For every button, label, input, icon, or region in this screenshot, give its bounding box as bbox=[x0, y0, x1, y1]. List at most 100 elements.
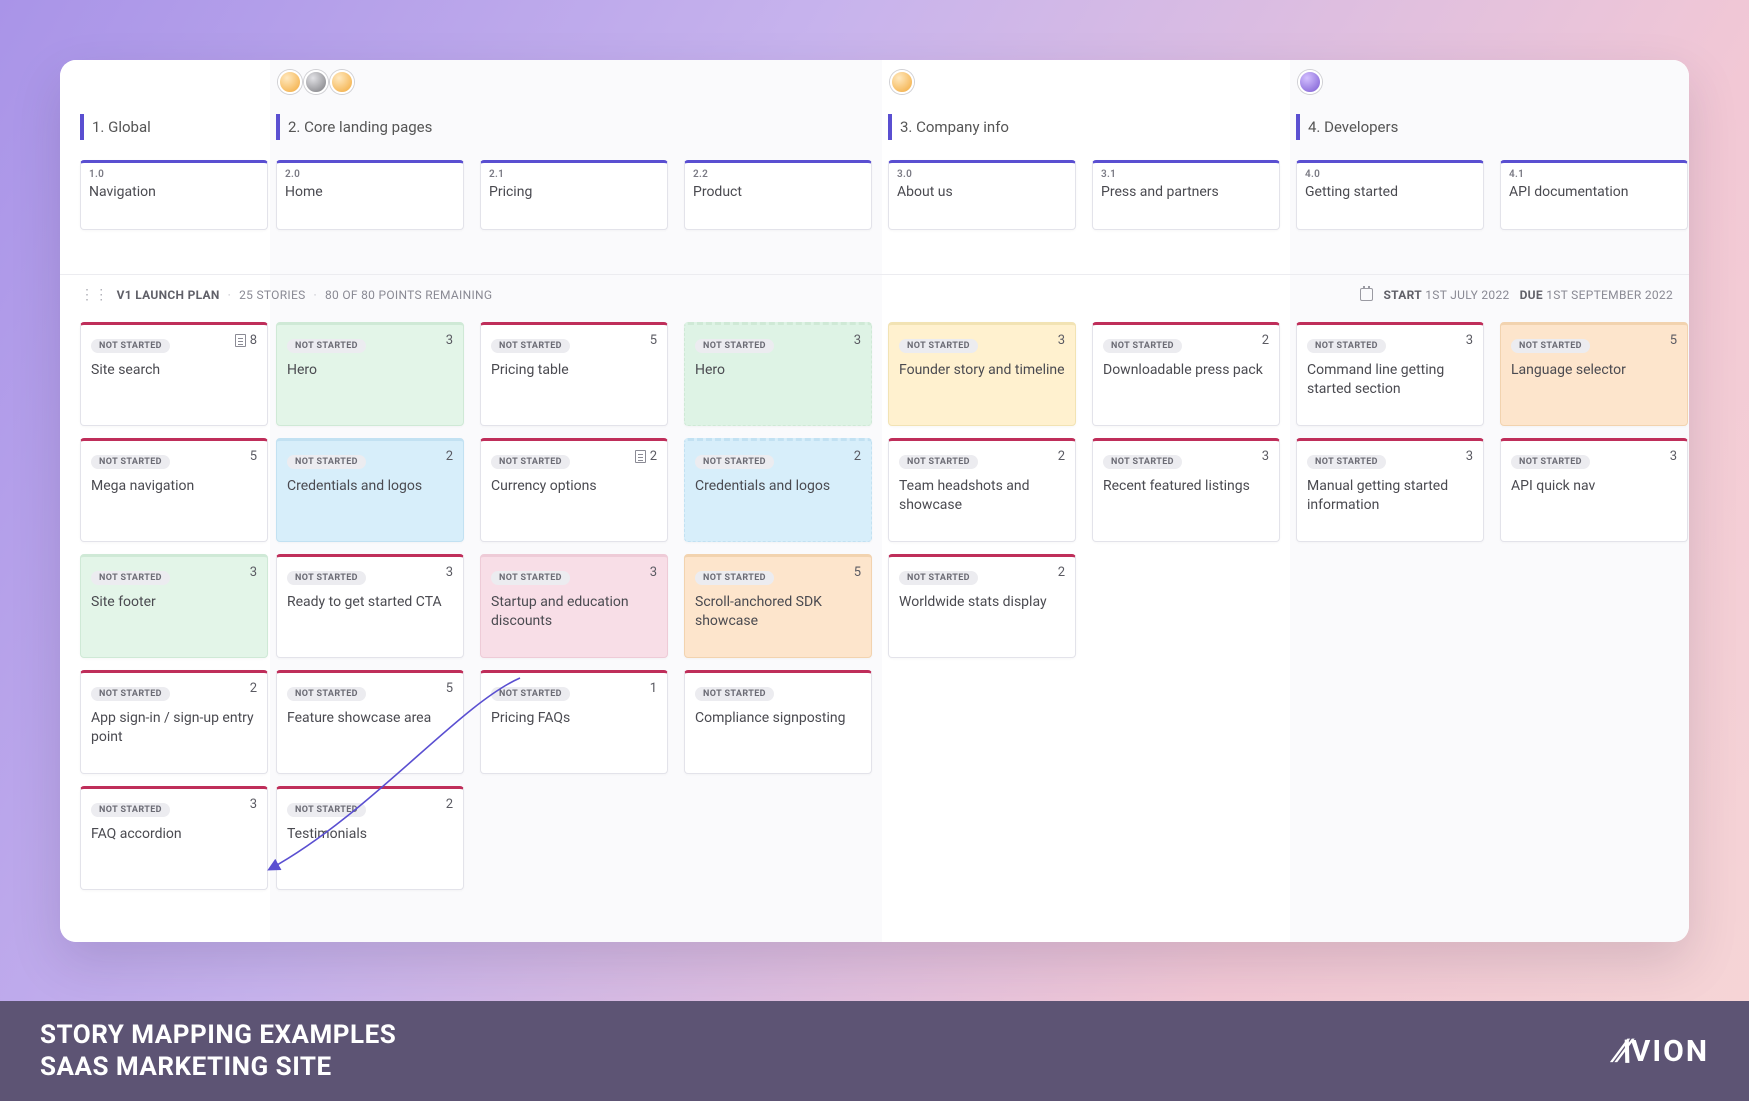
story-card[interactable]: NOT STARTED3FAQ accordion bbox=[80, 786, 268, 890]
story-points-value: 2 bbox=[1058, 565, 1065, 580]
drag-handle-icon[interactable]: ⋮⋮ bbox=[80, 288, 109, 302]
story-points-value: 2 bbox=[650, 449, 657, 464]
story-points-value: 3 bbox=[250, 797, 257, 812]
story-title: Site footer bbox=[91, 593, 257, 612]
step-number: 2.0 bbox=[285, 169, 455, 180]
story-points: 5 bbox=[250, 449, 257, 464]
story-card[interactable]: NOT STARTED3Hero bbox=[276, 322, 464, 426]
release-name: V1 LAUNCH PLAN bbox=[117, 288, 220, 302]
story-card[interactable]: NOT STARTED5Pricing table bbox=[480, 322, 668, 426]
document-icon bbox=[235, 334, 246, 347]
story-points: 3 bbox=[650, 565, 657, 580]
step-number: 4.1 bbox=[1509, 169, 1679, 180]
story-points: 3 bbox=[446, 565, 453, 580]
epic-col-developers[interactable]: 4. Developers bbox=[1290, 60, 1494, 152]
epic-label: 1. Global bbox=[80, 114, 157, 140]
story-card[interactable]: NOT STARTED3Ready to get started CTA bbox=[276, 554, 464, 658]
status-pill: NOT STARTED bbox=[695, 571, 774, 585]
story-points: 5 bbox=[446, 681, 453, 696]
story-points: 3 bbox=[854, 333, 861, 348]
steps-row: 1.0Navigation 2.0Home 2.1Pricing 2.2Prod… bbox=[60, 152, 1689, 252]
step-card-press[interactable]: 3.1Press and partners bbox=[1092, 160, 1280, 230]
epic-col-core[interactable]: 2. Core landing pages bbox=[270, 60, 474, 152]
story-points: 3 bbox=[1466, 333, 1473, 348]
story-card[interactable]: NOT STARTED5Feature showcase area bbox=[276, 670, 464, 774]
epic-col-company[interactable]: 3. Company info bbox=[882, 60, 1086, 152]
brand-slashes-icon: ⫽\ bbox=[1610, 1034, 1630, 1069]
story-card[interactable]: NOT STARTED5Scroll-anchored SDK showcase bbox=[684, 554, 872, 658]
story-title: Downloadable press pack bbox=[1103, 361, 1269, 380]
step-card-home[interactable]: 2.0Home bbox=[276, 160, 464, 230]
story-card[interactable]: NOT STARTED3Founder story and timeline bbox=[888, 322, 1076, 426]
start-date: 1ST JULY 2022 bbox=[1425, 288, 1509, 302]
story-points-value: 8 bbox=[250, 333, 257, 348]
story-points-value: 3 bbox=[1466, 333, 1473, 348]
step-card-getting-started[interactable]: 4.0Getting started bbox=[1296, 160, 1484, 230]
story-card[interactable]: NOT STARTED8Site search bbox=[80, 322, 268, 426]
story-card[interactable]: NOT STARTED5Language selector bbox=[1500, 322, 1688, 426]
story-title: API quick nav bbox=[1511, 477, 1677, 496]
story-card[interactable]: NOT STARTED2Downloadable press pack bbox=[1092, 322, 1280, 426]
story-points: 3 bbox=[1670, 449, 1677, 464]
story-title: Testimonials bbox=[287, 825, 453, 844]
step-card-navigation[interactable]: 1.0Navigation bbox=[80, 160, 268, 230]
story-card[interactable]: NOT STARTED3Recent featured listings bbox=[1092, 438, 1280, 542]
story-card[interactable]: NOT STARTED3Command line getting started… bbox=[1296, 322, 1484, 426]
status-pill: NOT STARTED bbox=[695, 687, 774, 701]
story-card[interactable]: NOT STARTED2Team headshots and showcase bbox=[888, 438, 1076, 542]
status-pill: NOT STARTED bbox=[1511, 339, 1590, 353]
status-pill: NOT STARTED bbox=[695, 339, 774, 353]
stories-grid: NOT STARTED8Site search NOT STARTED5Mega … bbox=[60, 314, 1689, 942]
story-points-value: 5 bbox=[854, 565, 861, 580]
epic-col-core-spacer1 bbox=[474, 60, 678, 152]
step-number: 3.0 bbox=[897, 169, 1067, 180]
step-card-pricing[interactable]: 2.1Pricing bbox=[480, 160, 668, 230]
story-points-value: 3 bbox=[650, 565, 657, 580]
story-title: Hero bbox=[695, 361, 861, 380]
status-pill: NOT STARTED bbox=[91, 803, 170, 817]
story-card[interactable]: NOT STARTED2App sign-in / sign-up entry … bbox=[80, 670, 268, 774]
avatar-icon[interactable] bbox=[890, 70, 914, 94]
story-title: Team headshots and showcase bbox=[899, 477, 1065, 515]
story-card[interactable]: NOT STARTED3Manual getting started infor… bbox=[1296, 438, 1484, 542]
step-card-product[interactable]: 2.2Product bbox=[684, 160, 872, 230]
story-column: NOT STARTED3Command line getting started… bbox=[1290, 314, 1494, 942]
release-header[interactable]: ⋮⋮ V1 LAUNCH PLAN · 25 STORIES · 80 OF 8… bbox=[60, 274, 1689, 314]
epic-avatars bbox=[278, 70, 354, 94]
footer-title-1: STORY MAPPING EXAMPLES bbox=[40, 1019, 396, 1052]
story-card[interactable]: NOT STARTED1Pricing FAQs bbox=[480, 670, 668, 774]
epic-label: 2. Core landing pages bbox=[276, 114, 438, 140]
story-card[interactable]: NOT STARTED2Testimonials bbox=[276, 786, 464, 890]
epics-row: 1. Global 2. Core landing pages 3. Compa… bbox=[60, 60, 1689, 152]
step-card-api-docs[interactable]: 4.1 API documentation bbox=[1500, 160, 1688, 230]
story-points: 5 bbox=[1670, 333, 1677, 348]
story-card[interactable]: NOT STARTED5Mega navigation bbox=[80, 438, 268, 542]
story-card[interactable]: NOT STARTED3API quick nav bbox=[1500, 438, 1688, 542]
step-title: API documentation bbox=[1509, 184, 1679, 200]
story-points: 2 bbox=[635, 449, 657, 464]
avatar-icon[interactable] bbox=[1298, 70, 1322, 94]
avatar-icon[interactable] bbox=[304, 70, 328, 94]
story-card[interactable]: NOT STARTED2Credentials and logos bbox=[276, 438, 464, 542]
story-title: Ready to get started CTA bbox=[287, 593, 453, 612]
story-card[interactable]: NOT STARTED2Currency options bbox=[480, 438, 668, 542]
story-card[interactable]: NOT STARTED2Credentials and logos bbox=[684, 438, 872, 542]
status-pill: NOT STARTED bbox=[1307, 455, 1386, 469]
story-card[interactable]: NOT STARTED2Worldwide stats display bbox=[888, 554, 1076, 658]
epic-col-global[interactable]: 1. Global bbox=[60, 60, 270, 152]
step-card-about[interactable]: 3.0About us bbox=[888, 160, 1076, 230]
status-pill: NOT STARTED bbox=[491, 339, 570, 353]
due-date: 1ST SEPTEMBER 2022 bbox=[1546, 288, 1673, 302]
story-card[interactable]: NOT STARTED 3 Hero bbox=[684, 322, 872, 426]
story-points-value: 3 bbox=[1670, 449, 1677, 464]
story-points: 2 bbox=[1262, 333, 1269, 348]
step-title: Navigation bbox=[89, 184, 259, 200]
avatar-icon[interactable] bbox=[330, 70, 354, 94]
avatar-icon[interactable] bbox=[278, 70, 302, 94]
story-card[interactable]: NOT STARTEDCompliance signposting bbox=[684, 670, 872, 774]
epic-text: 2. Core landing pages bbox=[288, 118, 432, 136]
epic-col-company-spacer bbox=[1086, 60, 1290, 152]
story-card[interactable]: NOT STARTED3Startup and education discou… bbox=[480, 554, 668, 658]
story-card[interactable]: NOT STARTED3Site footer bbox=[80, 554, 268, 658]
story-title: Currency options bbox=[491, 477, 657, 496]
